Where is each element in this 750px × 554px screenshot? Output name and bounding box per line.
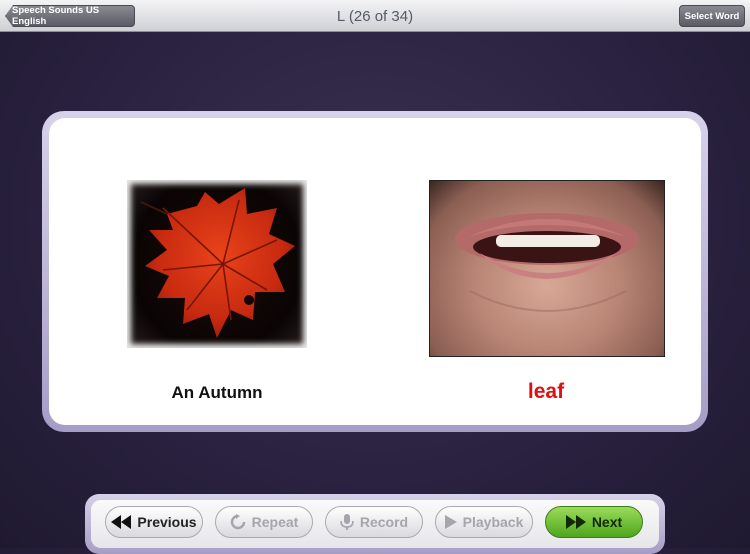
play-icon	[444, 515, 457, 529]
select-word-label: Select Word	[684, 10, 740, 22]
word-card: An Autumn leaf	[49, 118, 701, 425]
next-button[interactable]: Next	[545, 506, 643, 538]
mouth-icon	[455, 213, 639, 312]
select-word-button[interactable]: Select Word	[679, 5, 745, 27]
next-label: Next	[591, 514, 623, 530]
target-word: leaf	[527, 380, 565, 403]
repeat-button[interactable]: Repeat	[215, 506, 313, 538]
microphone-icon	[340, 514, 354, 530]
repeat-label: Repeat	[251, 514, 299, 530]
previous-label: Previous	[137, 514, 197, 530]
repeat-icon	[230, 514, 246, 530]
rewind-icon	[111, 515, 132, 529]
top-bar: Speech Sounds US English L (26 of 34) Se…	[0, 0, 750, 32]
record-button[interactable]: Record	[325, 506, 423, 538]
controls-bar: Previous Repeat Record Playback Next	[91, 500, 659, 548]
leaf-icon	[140, 188, 295, 338]
playback-label: Playback	[462, 514, 524, 530]
word-card-frame: An Autumn leaf	[42, 111, 708, 432]
back-button-label: Speech Sounds US English	[12, 5, 100, 27]
controls-frame: Previous Repeat Record Playback Next	[85, 494, 665, 554]
record-label: Record	[359, 514, 409, 530]
back-button[interactable]: Speech Sounds US English	[5, 5, 135, 27]
left-caption: An Autumn	[171, 383, 263, 402]
playback-button[interactable]: Playback	[435, 506, 533, 538]
mouth-image	[429, 180, 665, 357]
previous-button[interactable]: Previous	[105, 506, 203, 538]
leaf-image	[127, 180, 307, 348]
fast-forward-icon	[565, 515, 586, 529]
